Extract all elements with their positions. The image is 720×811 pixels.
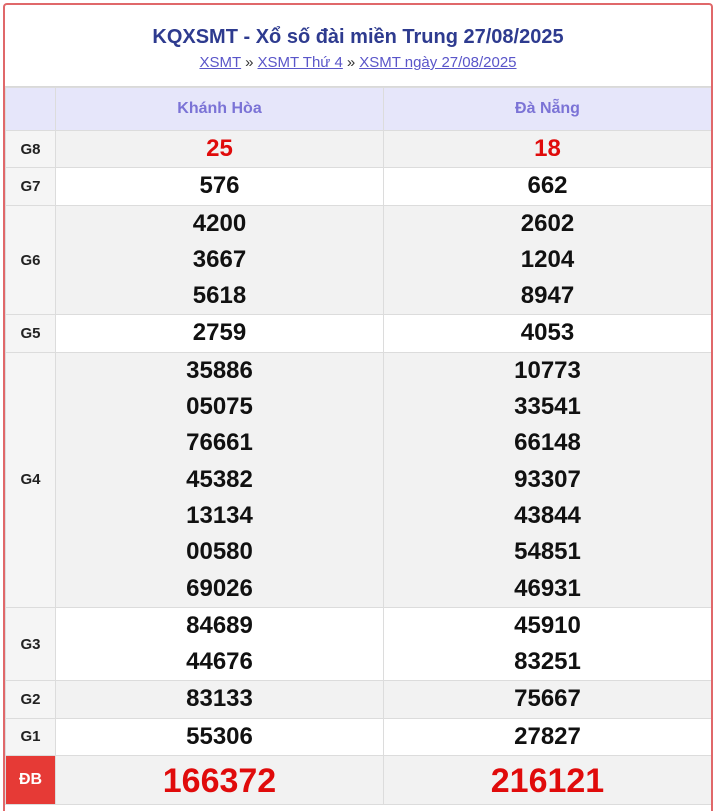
- prize-cell: 2602 1204 8947: [383, 204, 711, 316]
- prize-number: 8947: [520, 282, 575, 310]
- prize-number: 4200: [192, 209, 247, 237]
- prize-cell: 83133: [55, 680, 384, 719]
- prize-cell: 84689 44676: [55, 606, 384, 682]
- province-header-da-nang: Đà Nẵng: [383, 87, 711, 131]
- prize-cell: 35886 05075 76661 45382 13134 00580 69026: [55, 351, 384, 608]
- prize-number: 93307: [514, 465, 581, 493]
- prize-number: 35886: [186, 356, 253, 384]
- prize-number: 45910: [514, 611, 581, 639]
- prize-number: 45382: [186, 465, 253, 493]
- prize-number: 83251: [514, 648, 581, 676]
- prize-number: 3667: [192, 245, 247, 273]
- prize-cell: 4053: [383, 314, 711, 353]
- prize-number: 216121: [490, 762, 605, 801]
- breadcrumb: XSMT» XSMT Thứ 4» XSMT ngày 27/08/2025: [5, 53, 711, 73]
- prize-row: ĐB 166372 216121: [5, 755, 711, 806]
- prize-number: 4053: [520, 319, 575, 347]
- header-corner-cell: [5, 87, 56, 131]
- prize-row: G4 35886 05075 76661 45382 13134 00580 69026 107…: [5, 351, 711, 608]
- prize-number: 54851: [514, 538, 581, 566]
- prize-cell: 166372: [55, 755, 384, 806]
- breadcrumb-separator: »: [245, 54, 254, 71]
- prize-cell: 662: [383, 167, 711, 206]
- prize-number: 55306: [186, 722, 253, 750]
- prize-row: G1 55306 27827: [5, 717, 711, 757]
- prize-number: 00580: [186, 538, 253, 566]
- prize-number: 27827: [514, 722, 581, 750]
- prize-number: 43844: [514, 501, 581, 529]
- prize-cell: 55306: [55, 717, 384, 757]
- prize-row: G3 84689 44676 45910 83251: [5, 606, 711, 682]
- prize-label: G1: [5, 717, 56, 757]
- prize-number: 2759: [192, 319, 247, 347]
- prize-number: 166372: [162, 762, 277, 801]
- prize-row: G8 25 18: [5, 129, 711, 169]
- prize-cell: 75667: [383, 680, 711, 719]
- breadcrumb-link-xsmt-thu4[interactable]: XSMT Thứ 4: [257, 54, 342, 71]
- prize-number: 75667: [514, 685, 581, 713]
- prize-label: G6: [5, 204, 56, 316]
- prize-cell: 2759: [55, 314, 384, 353]
- prize-row: G6 4200 3667 5618 2602 1204 8947: [5, 204, 711, 316]
- prize-number: 83133: [186, 685, 253, 713]
- prize-number: 576: [199, 172, 240, 200]
- prize-cell: 18: [383, 129, 711, 169]
- prize-cell: 45910 83251: [383, 606, 711, 682]
- prize-number: 13134: [186, 501, 253, 529]
- province-header-khanh-hoa: Khánh Hòa: [55, 87, 384, 131]
- prize-cell: 576: [55, 167, 384, 206]
- prize-number: 84689: [186, 611, 253, 639]
- prize-number: 10773: [514, 356, 581, 384]
- prize-number: 5618: [192, 282, 247, 310]
- prize-label: G2: [5, 680, 56, 719]
- prize-number: 44676: [186, 648, 253, 676]
- prize-table-body: G8 25 18 G7 576 662 G6 4200 3667 5618 2602 1204 8947…: [5, 129, 711, 806]
- page-title: KQXSMT - Xổ số đài miền Trung 27/08/2025: [152, 26, 564, 48]
- prize-number: 25: [206, 135, 233, 162]
- prize-cell: 27827: [383, 717, 711, 757]
- prize-label: G3: [5, 606, 56, 682]
- province-header-row: Khánh Hòa Đà Nẵng: [5, 87, 711, 131]
- prize-label: G5: [5, 314, 56, 353]
- results-header: KQXSMT - Xổ số đài miền Trung 27/08/2025…: [5, 5, 711, 87]
- prize-number: 18: [534, 135, 561, 162]
- breadcrumb-link-xsmt[interactable]: XSMT: [199, 54, 241, 71]
- prize-label: G4: [5, 351, 56, 608]
- prize-row: G5 2759 4053: [5, 314, 711, 353]
- prize-number: 05075: [186, 393, 253, 421]
- prize-row: G2 83133 75667: [5, 680, 711, 719]
- prize-cell: 10773 33541 66148 93307 43844 54851 46931: [383, 351, 711, 608]
- prize-row: G7 576 662: [5, 167, 711, 206]
- results-table: Khánh Hòa Đà Nẵng G8 25 18 G7 576 662 G6 4200 36…: [5, 87, 711, 806]
- breadcrumb-link-xsmt-date[interactable]: XSMT ngày 27/08/2025: [359, 54, 516, 71]
- prize-number: 69026: [186, 574, 253, 602]
- prize-label: ĐB: [5, 755, 56, 806]
- prize-number: 1204: [520, 245, 575, 273]
- prize-number: 46931: [514, 574, 581, 602]
- prize-label: G8: [5, 129, 56, 169]
- prize-number: 2602: [520, 209, 575, 237]
- prize-number: 33541: [514, 393, 581, 421]
- prize-cell: 4200 3667 5618: [55, 204, 384, 316]
- prize-label: G7: [5, 167, 56, 206]
- prize-number: 66148: [514, 429, 581, 457]
- breadcrumb-separator: »: [346, 54, 356, 71]
- prize-cell: 216121: [383, 755, 711, 806]
- results-panel: KQXSMT - Xổ số đài miền Trung 27/08/2025…: [3, 3, 713, 811]
- prize-number: 76661: [186, 429, 253, 457]
- prize-number: 662: [527, 172, 568, 200]
- prize-cell: 25: [55, 129, 384, 169]
